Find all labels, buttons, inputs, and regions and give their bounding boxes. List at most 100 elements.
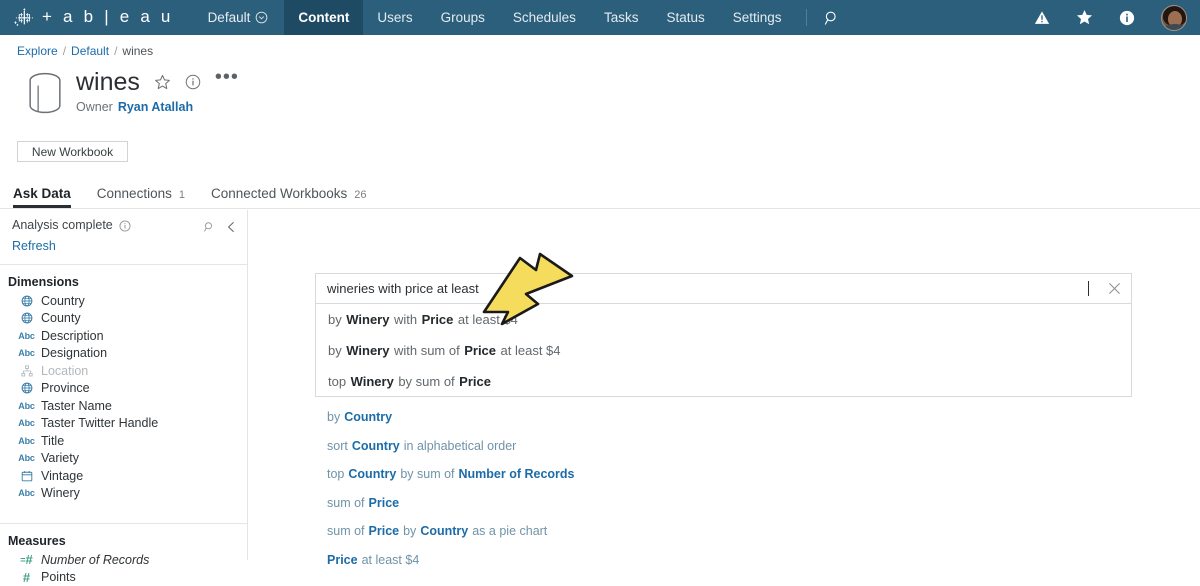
tableau-wordmark: + a b | e a u bbox=[42, 7, 174, 27]
field-label: Variety bbox=[41, 451, 79, 465]
phrase-token: sum of bbox=[327, 496, 365, 510]
suggestion-item[interactable]: sum of Price bbox=[315, 489, 1132, 518]
field-label: Title bbox=[41, 434, 64, 448]
nav-label: Content bbox=[298, 10, 349, 25]
nav-item-schedules[interactable]: Schedules bbox=[499, 0, 590, 35]
nav-item-settings[interactable]: Settings bbox=[719, 0, 796, 35]
field-token: Country bbox=[344, 410, 392, 424]
owner-name-link[interactable]: Ryan Atallah bbox=[118, 100, 193, 114]
nav-label: Tasks bbox=[604, 10, 639, 25]
chevron-left-icon[interactable] bbox=[226, 220, 237, 238]
phrase-token: with bbox=[394, 312, 417, 327]
tab-connected-workbooks[interactable]: Connected Workbooks 26 bbox=[211, 186, 367, 208]
field-province[interactable]: Province bbox=[0, 380, 247, 398]
breadcrumb-separator: / bbox=[63, 44, 66, 58]
datasource-header: wines ••• Owner Ryan Atallah bbox=[26, 69, 239, 117]
tableau-logo[interactable]: + a b | e a u bbox=[0, 0, 184, 35]
suggestion-item[interactable]: by Country bbox=[315, 403, 1132, 432]
field-token: Winery bbox=[351, 374, 394, 389]
nav-item-status[interactable]: Status bbox=[652, 0, 718, 35]
refresh-link[interactable]: Refresh bbox=[0, 238, 247, 253]
field-winery[interactable]: Abc Winery bbox=[0, 485, 247, 503]
field-title[interactable]: Abc Title bbox=[0, 432, 247, 450]
search-icon[interactable] bbox=[813, 0, 851, 35]
dropdown-option[interactable]: by Winery with sum of Price at least $4 bbox=[316, 335, 1131, 366]
ellipsis-icon[interactable]: ••• bbox=[215, 72, 239, 82]
top-navigation-bar: + a b | e a u Default Content Users Grou… bbox=[0, 0, 1200, 35]
field-points[interactable]: # Points bbox=[0, 569, 247, 586]
field-vintage[interactable]: Vintage bbox=[0, 467, 247, 485]
ask-data-search-box[interactable] bbox=[315, 273, 1132, 304]
nav-label: Schedules bbox=[513, 10, 576, 25]
field-location: Location bbox=[0, 362, 247, 380]
tab-label: Connected Workbooks bbox=[211, 186, 347, 201]
nav-divider bbox=[806, 9, 807, 26]
phrase-token: by sum of bbox=[398, 374, 454, 389]
field-label: Winery bbox=[41, 486, 80, 500]
autocomplete-dropdown: by Winery with Price at least $4 by Wine… bbox=[315, 304, 1132, 397]
field-token: Number of Records bbox=[459, 467, 575, 481]
suggestion-item[interactable]: top Country by sum of Number of Records bbox=[315, 460, 1132, 489]
search-icon[interactable] bbox=[203, 220, 215, 238]
nav-item-tasks[interactable]: Tasks bbox=[590, 0, 653, 35]
field-token: Price bbox=[464, 343, 496, 358]
owner-label: Owner bbox=[76, 100, 113, 114]
phrase-token: at least $4 bbox=[458, 312, 518, 327]
field-county[interactable]: County bbox=[0, 310, 247, 328]
info-outline-icon[interactable] bbox=[185, 74, 201, 90]
phrase-token: in alphabetical order bbox=[404, 439, 517, 453]
breadcrumb-project[interactable]: Default bbox=[71, 44, 109, 58]
field-token: Country bbox=[348, 467, 396, 481]
field-label: Description bbox=[41, 329, 104, 343]
nav-item-users[interactable]: Users bbox=[363, 0, 426, 35]
nav-label: Status bbox=[666, 10, 704, 25]
phrase-token: by bbox=[328, 312, 342, 327]
field-label: Vintage bbox=[41, 469, 83, 483]
calendar-icon bbox=[19, 470, 34, 482]
field-label: Points bbox=[41, 570, 76, 584]
analysis-status-label: Analysis complete bbox=[12, 218, 113, 232]
field-token: Price bbox=[459, 374, 491, 389]
phrase-token: by bbox=[403, 524, 416, 538]
nav-item-content[interactable]: Content bbox=[284, 0, 363, 35]
suggestion-item[interactable]: sum of Price by Country as a pie chart bbox=[315, 517, 1132, 546]
nav-right-actions bbox=[1023, 0, 1200, 35]
tab-connections[interactable]: Connections 1 bbox=[97, 186, 185, 208]
star-icon[interactable] bbox=[1065, 9, 1104, 26]
info-icon[interactable] bbox=[1108, 10, 1146, 26]
sidebar-actions bbox=[203, 218, 237, 238]
clear-search-button[interactable] bbox=[1097, 274, 1131, 303]
field-label: Taster Name bbox=[41, 399, 112, 413]
nav-label: Users bbox=[377, 10, 412, 25]
field-label: County bbox=[41, 311, 81, 325]
tab-ask-data[interactable]: Ask Data bbox=[13, 186, 71, 208]
breadcrumb: Explore / Default / wines bbox=[17, 44, 153, 58]
alert-triangle-icon[interactable] bbox=[1023, 10, 1061, 26]
analysis-status-row: Analysis complete bbox=[0, 210, 247, 238]
suggestion-item[interactable]: sort Country in alphabetical order bbox=[315, 432, 1132, 461]
field-taster-name[interactable]: Abc Taster Name bbox=[0, 397, 247, 415]
star-outline-icon[interactable] bbox=[154, 74, 171, 91]
tab-bar: Ask Data Connections 1 Connected Workboo… bbox=[0, 182, 1200, 209]
field-country[interactable]: Country bbox=[0, 292, 247, 310]
field-label: Taster Twitter Handle bbox=[41, 416, 158, 430]
ask-data-panel: by Winery with Price at least $4 by Wine… bbox=[249, 210, 1200, 560]
field-label: Country bbox=[41, 294, 85, 308]
field-description[interactable]: Abc Description bbox=[0, 327, 247, 345]
field-token: Country bbox=[420, 524, 468, 538]
site-selector[interactable]: Default bbox=[184, 0, 285, 35]
avatar[interactable] bbox=[1161, 5, 1187, 31]
info-outline-icon[interactable] bbox=[119, 219, 131, 237]
breadcrumb-explore[interactable]: Explore bbox=[17, 44, 58, 58]
field-taster-twitter-handle[interactable]: Abc Taster Twitter Handle bbox=[0, 415, 247, 433]
dropdown-option[interactable]: top Winery by sum of Price bbox=[316, 366, 1131, 397]
phrase-token: as a pie chart bbox=[472, 524, 547, 538]
nav-item-groups[interactable]: Groups bbox=[427, 0, 499, 35]
abc-text-icon: Abc bbox=[19, 436, 34, 446]
new-workbook-button[interactable]: New Workbook bbox=[17, 141, 128, 162]
search-input[interactable] bbox=[316, 281, 1096, 296]
phrase-token: by bbox=[328, 343, 342, 358]
dropdown-option[interactable]: by Winery with Price at least $4 bbox=[316, 304, 1131, 335]
field-variety[interactable]: Abc Variety bbox=[0, 450, 247, 468]
field-designation[interactable]: Abc Designation bbox=[0, 345, 247, 363]
